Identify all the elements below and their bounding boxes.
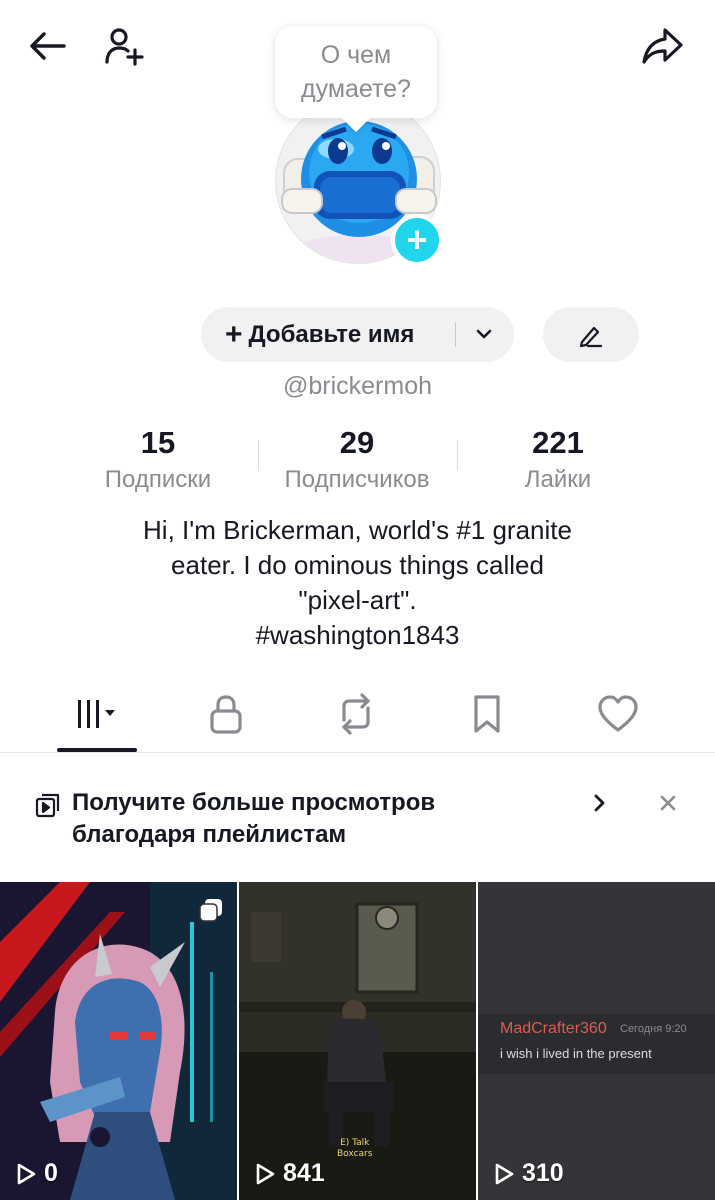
- stat-following[interactable]: 15 Подписки: [58, 423, 258, 497]
- add-name-button[interactable]: + Добавьте имя: [201, 307, 514, 362]
- add-avatar-button[interactable]: +: [391, 214, 443, 266]
- stat-value: 15: [140, 425, 176, 460]
- chevron-down-icon[interactable]: [469, 319, 499, 349]
- play-icon: [256, 1163, 275, 1184]
- caption-line: E) Talk: [340, 1138, 370, 1148]
- tab-saved[interactable]: [447, 688, 527, 740]
- plus-icon: +: [406, 219, 428, 260]
- view-count-value: 310: [522, 1159, 564, 1187]
- heart-icon: [598, 695, 638, 732]
- bio-line: "pixel-art".: [298, 585, 417, 615]
- stat-label: Подписки: [104, 466, 212, 493]
- comment-timestamp: Сегодня 9:20: [620, 1023, 687, 1035]
- stat-value: 221: [532, 425, 584, 460]
- play-icon: [17, 1163, 36, 1184]
- chevron-right-icon[interactable]: [586, 789, 614, 817]
- stat-label: Лайки: [524, 466, 592, 493]
- view-count-value: 841: [283, 1159, 325, 1187]
- videos-grid-icon: [78, 700, 115, 728]
- tab-liked[interactable]: [578, 688, 658, 740]
- lock-icon: [210, 695, 242, 734]
- playlist-icon: [35, 793, 60, 818]
- username-handle: @brickermoh: [282, 372, 433, 400]
- promo-text: Получите больше просмотров благодаря пле…: [72, 787, 552, 851]
- tab-videos[interactable]: [57, 688, 137, 740]
- chat-comment-preview: MadCrafter360 Сегодня 9:20 i wish i live…: [478, 1014, 715, 1074]
- tab-reposts[interactable]: [316, 688, 396, 740]
- promo-line: Получите больше просмотров: [72, 789, 436, 816]
- tooltip-line-1: О чем: [320, 41, 392, 69]
- stat-label: Подписчиков: [284, 466, 430, 493]
- pixel-art-thumbnail-image: [0, 882, 237, 1200]
- pencil-icon: [579, 326, 603, 347]
- view-count: 310: [490, 1159, 564, 1188]
- view-count: 0: [12, 1159, 58, 1188]
- share-button[interactable]: [636, 20, 688, 72]
- video-thumbnail[interactable]: 0: [0, 882, 237, 1200]
- caption-line: Boxcars: [337, 1149, 373, 1159]
- add-friend-button[interactable]: [98, 20, 150, 72]
- bio-line: eater. I do ominous things called: [171, 550, 544, 580]
- bio-hashtag[interactable]: #washington1843: [60, 618, 655, 653]
- tab-private[interactable]: [186, 688, 266, 740]
- plus-icon: +: [225, 317, 243, 351]
- stat-likes[interactable]: 221 Лайки: [458, 423, 658, 497]
- promo-line: благодаря плейлистам: [72, 821, 347, 848]
- profile-bio[interactable]: Hi, I'm Brickerman, world's #1 granite e…: [60, 513, 655, 653]
- close-icon[interactable]: [654, 789, 682, 817]
- video-thumbnail[interactable]: E) Talk Boxcars 841: [239, 882, 476, 1200]
- view-count: 841: [251, 1159, 325, 1188]
- tooltip-line-2: думаете?: [301, 75, 411, 103]
- divider: [455, 322, 456, 347]
- video-caption: E) Talk Boxcars: [337, 1138, 372, 1160]
- bookmark-icon: [474, 695, 500, 733]
- arrow-left-icon: [30, 32, 66, 60]
- avatar-tooltip[interactable]: О чем думаете?: [275, 26, 437, 118]
- share-arrow-icon: [642, 28, 683, 64]
- stat-value: 29: [339, 425, 375, 460]
- edit-profile-button[interactable]: [543, 307, 639, 362]
- multi-photo-icon: [199, 899, 222, 922]
- view-count-value: 0: [44, 1159, 58, 1187]
- add-user-icon: [105, 28, 144, 66]
- back-button[interactable]: [22, 20, 74, 72]
- video-thumbnail[interactable]: MadCrafter360 Сегодня 9:20 i wish i live…: [478, 882, 715, 1200]
- repost-icon: [342, 693, 370, 735]
- comment-username: MadCrafter360: [500, 1020, 607, 1037]
- add-name-label: Добавьте имя: [248, 320, 415, 348]
- bio-line: Hi, I'm Brickerman, world's #1 granite: [143, 515, 572, 545]
- stat-followers[interactable]: 29 Подписчиков: [257, 423, 457, 497]
- playlist-promo-banner[interactable]: Получите больше просмотров благодаря пле…: [0, 753, 715, 881]
- comment-text: i wish i lived in the present: [500, 1046, 652, 1061]
- play-icon: [495, 1163, 514, 1184]
